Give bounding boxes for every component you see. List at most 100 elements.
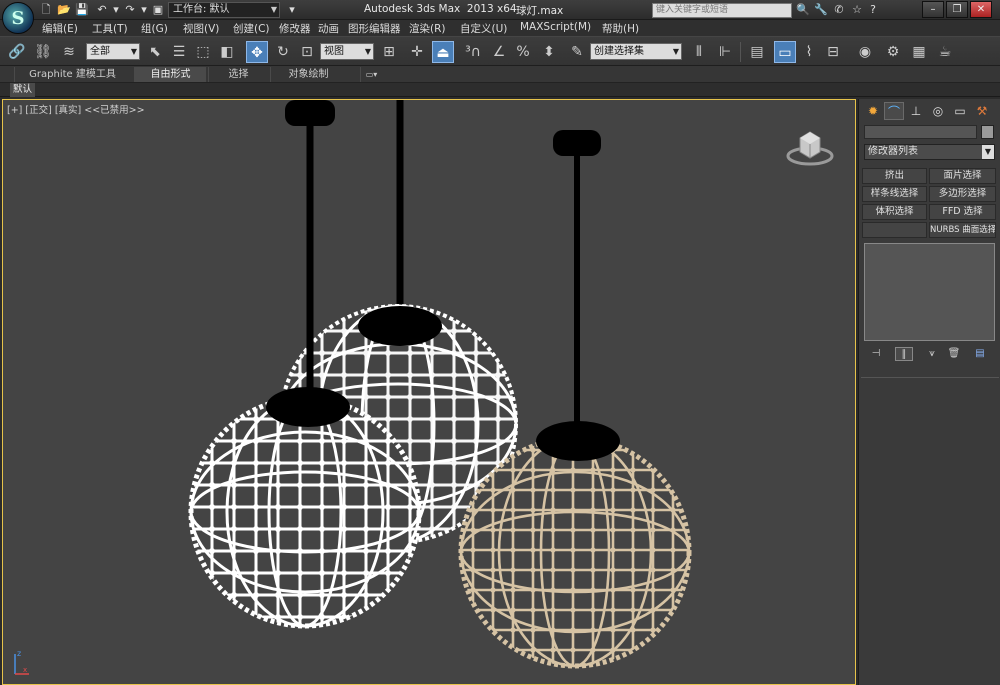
default-panel-label[interactable]: 默认 — [10, 83, 36, 97]
menu-views[interactable]: 视图(V) — [183, 21, 219, 36]
command-panel: ✹ ⌒ ⊥ ◎ ▭ ⚒ 修改器列表 挤出 面片选择 样条线选择 多边形选择 体积… — [858, 99, 1000, 685]
remove-modifier-icon[interactable]: 🗑 — [945, 347, 963, 361]
save-file-icon[interactable]: 💾 — [74, 3, 90, 17]
open-file-icon[interactable]: 📂 — [56, 3, 72, 17]
motion-tab-icon[interactable]: ◎ — [928, 102, 948, 120]
project-folder-icon[interactable]: ▣ — [150, 3, 166, 17]
viewport-label[interactable]: [+] [正交] [真实] <<已禁用>> — [7, 102, 145, 116]
configure-modifier-sets-icon[interactable]: ▤ — [971, 347, 989, 361]
menu-maxscript[interactable]: MAXScript(M) — [520, 21, 591, 33]
make-unique-icon[interactable]: ⩛ — [923, 347, 941, 361]
render-production-icon[interactable]: ☕ — [934, 41, 956, 63]
axis-z-label: z — [17, 649, 21, 658]
minimize-button[interactable]: – — [922, 1, 944, 18]
edit-named-selection-icon[interactable]: ✎ — [566, 41, 588, 63]
select-by-name-icon[interactable]: ☰ — [168, 41, 190, 63]
favorites-icon[interactable]: ☆ — [850, 3, 864, 17]
search-icon[interactable]: 🔍 — [796, 3, 810, 17]
app-logo[interactable]: S — [2, 2, 34, 34]
modifier-list-dropdown[interactable]: 修改器列表 — [864, 144, 995, 160]
bind-space-warp-icon[interactable]: ≋ — [58, 41, 80, 63]
tab-freeform[interactable]: 自由形式 — [134, 67, 206, 82]
align-icon[interactable]: ⊩ — [714, 41, 736, 63]
modifier-stack-list[interactable] — [864, 243, 995, 341]
workspace-dropdown[interactable]: 工作台: 默认 — [168, 2, 280, 18]
menu-group[interactable]: 组(G) — [141, 21, 168, 36]
new-file-icon[interactable]: 🗋 — [38, 3, 54, 17]
title-bar: 🗋 📂 💾 ↶ ▾ ↷ ▾ ▣ 工作台: 默认 ▾ Autodesk 3ds M… — [0, 0, 1000, 20]
select-manipulate-icon[interactable]: ✛ — [406, 41, 428, 63]
mirror-icon[interactable]: ⫴ — [688, 41, 710, 63]
rectangular-selection-icon[interactable]: ⬚ — [192, 41, 214, 63]
patch-select-button[interactable]: 面片选择 — [929, 168, 996, 184]
object-color-swatch[interactable] — [981, 125, 994, 139]
toolbar-separator — [740, 42, 741, 62]
hierarchy-tab-icon[interactable]: ⊥ — [906, 102, 926, 120]
named-selection-set-dropdown[interactable]: 创建选择集 — [590, 43, 682, 60]
menu-help[interactable]: 帮助(H) — [602, 21, 639, 36]
snaps-toggle-icon[interactable]: ³∩ — [462, 41, 484, 63]
restore-button[interactable]: ❐ — [946, 1, 968, 18]
ribbon-options-icon[interactable]: ▭▾ — [360, 67, 382, 82]
menu-modifiers[interactable]: 修改器 — [279, 21, 311, 36]
create-tab-icon[interactable]: ✹ — [863, 102, 883, 120]
reference-coordinate-dropdown[interactable]: 视图 — [320, 43, 374, 60]
extrude-button[interactable]: 挤出 — [862, 168, 927, 184]
menu-rendering[interactable]: 渲染(R) — [409, 21, 446, 36]
select-and-scale-icon[interactable]: ⊡ — [296, 41, 318, 63]
graphite-ribbon-tabs: Graphite 建模工具 自由形式 选择 对象绘制 ▭▾ — [0, 66, 1000, 83]
ribbon-panel-strip: 默认 — [0, 83, 1000, 97]
nurbs-surface-select-button[interactable]: NURBS 曲面选择 — [929, 222, 996, 238]
close-button[interactable]: ✕ — [970, 1, 992, 18]
menu-animation[interactable]: 动画 — [318, 21, 339, 36]
help-icon[interactable]: ? — [866, 3, 880, 17]
utilities-tab-icon[interactable]: ⚒ — [972, 102, 992, 120]
tab-object-paint[interactable]: 对象绘制 — [270, 67, 346, 82]
spinner-snap-icon[interactable]: ⬍ — [538, 41, 560, 63]
layer-manager-icon[interactable]: ▤ — [746, 41, 768, 63]
pin-stack-icon[interactable]: ⊣ — [867, 347, 885, 361]
ffd-select-button[interactable]: FFD 选择 — [929, 204, 996, 220]
empty-modifier-button[interactable] — [862, 222, 927, 238]
lamp-scene — [188, 100, 692, 669]
modify-tab-icon[interactable]: ⌒ — [884, 102, 904, 120]
menu-tools[interactable]: 工具(T) — [92, 21, 128, 36]
quick-access-dropdown-icon[interactable]: ▾ — [284, 3, 300, 17]
menu-create[interactable]: 创建(C) — [233, 21, 270, 36]
keyboard-shortcut-override-icon[interactable]: ⏏ — [432, 41, 454, 63]
volume-select-button[interactable]: 体积选择 — [862, 204, 927, 220]
select-and-rotate-icon[interactable]: ↻ — [272, 41, 294, 63]
perspective-viewport[interactable]: [+] [正交] [真实] <<已禁用>> z x — [2, 99, 856, 685]
menu-graph-editors[interactable]: 图形编辑器 — [348, 21, 401, 36]
spline-select-button[interactable]: 样条线选择 — [862, 186, 927, 202]
unlink-icon[interactable]: ⛓ — [32, 41, 54, 63]
pivot-center-icon[interactable]: ⊞ — [378, 41, 400, 63]
curve-editor-icon[interactable]: ⌇ — [798, 41, 820, 63]
selection-filter-dropdown[interactable]: 全部 — [86, 43, 140, 60]
tab-selection[interactable]: 选择 — [208, 67, 268, 82]
help-search-input[interactable]: 键入关键字或短语 — [652, 3, 792, 18]
rendered-frame-window-icon[interactable]: ▦ — [908, 41, 930, 63]
angle-snap-icon[interactable]: ∠ — [488, 41, 510, 63]
window-crossing-icon[interactable]: ◧ — [216, 41, 238, 63]
schematic-view-icon[interactable]: ⊟ — [822, 41, 844, 63]
tab-graphite-modeling[interactable]: Graphite 建模工具 — [14, 67, 130, 82]
show-end-result-icon[interactable]: ∥ — [895, 347, 913, 361]
display-tab-icon[interactable]: ▭ — [950, 102, 970, 120]
select-and-move-icon[interactable]: ✥ — [246, 41, 268, 63]
render-setup-icon[interactable]: ⚙ — [882, 41, 904, 63]
modifier-parameters-panel — [861, 377, 999, 683]
communication-center-icon[interactable]: ✆ — [832, 3, 846, 17]
select-and-link-icon[interactable]: 🔗 — [6, 41, 28, 63]
object-name-field[interactable] — [864, 125, 977, 139]
menu-customize[interactable]: 自定义(U) — [460, 21, 507, 36]
axis-x-label: x — [23, 666, 27, 674]
viewcube[interactable] — [786, 126, 834, 168]
menu-edit[interactable]: 编辑(E) — [42, 21, 78, 36]
select-object-icon[interactable]: ⬉ — [144, 41, 166, 63]
material-editor-icon[interactable]: ◉ — [854, 41, 876, 63]
percent-snap-icon[interactable]: % — [512, 41, 534, 63]
subscription-icon[interactable]: 🔧 — [814, 3, 828, 17]
graphite-ribbon-toggle-icon[interactable]: ▭ — [774, 41, 796, 63]
poly-select-button[interactable]: 多边形选择 — [929, 186, 996, 202]
